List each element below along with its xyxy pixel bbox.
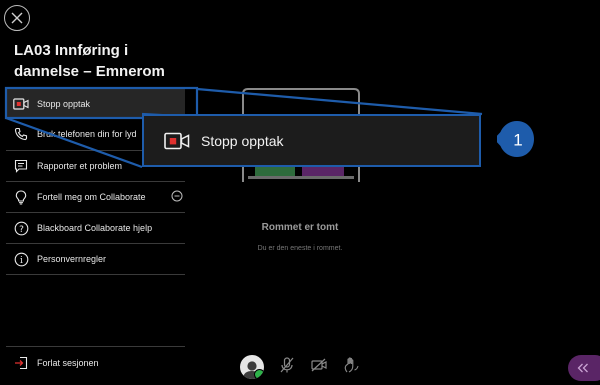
callout-connector	[4, 86, 483, 169]
step-number-badge: 1	[497, 121, 534, 157]
callout-stop-recording: Stopp opptak	[142, 114, 481, 167]
record-stop-icon	[164, 132, 190, 150]
callout-label: Stopp opptak	[201, 132, 284, 149]
step-number: 1	[513, 131, 522, 150]
